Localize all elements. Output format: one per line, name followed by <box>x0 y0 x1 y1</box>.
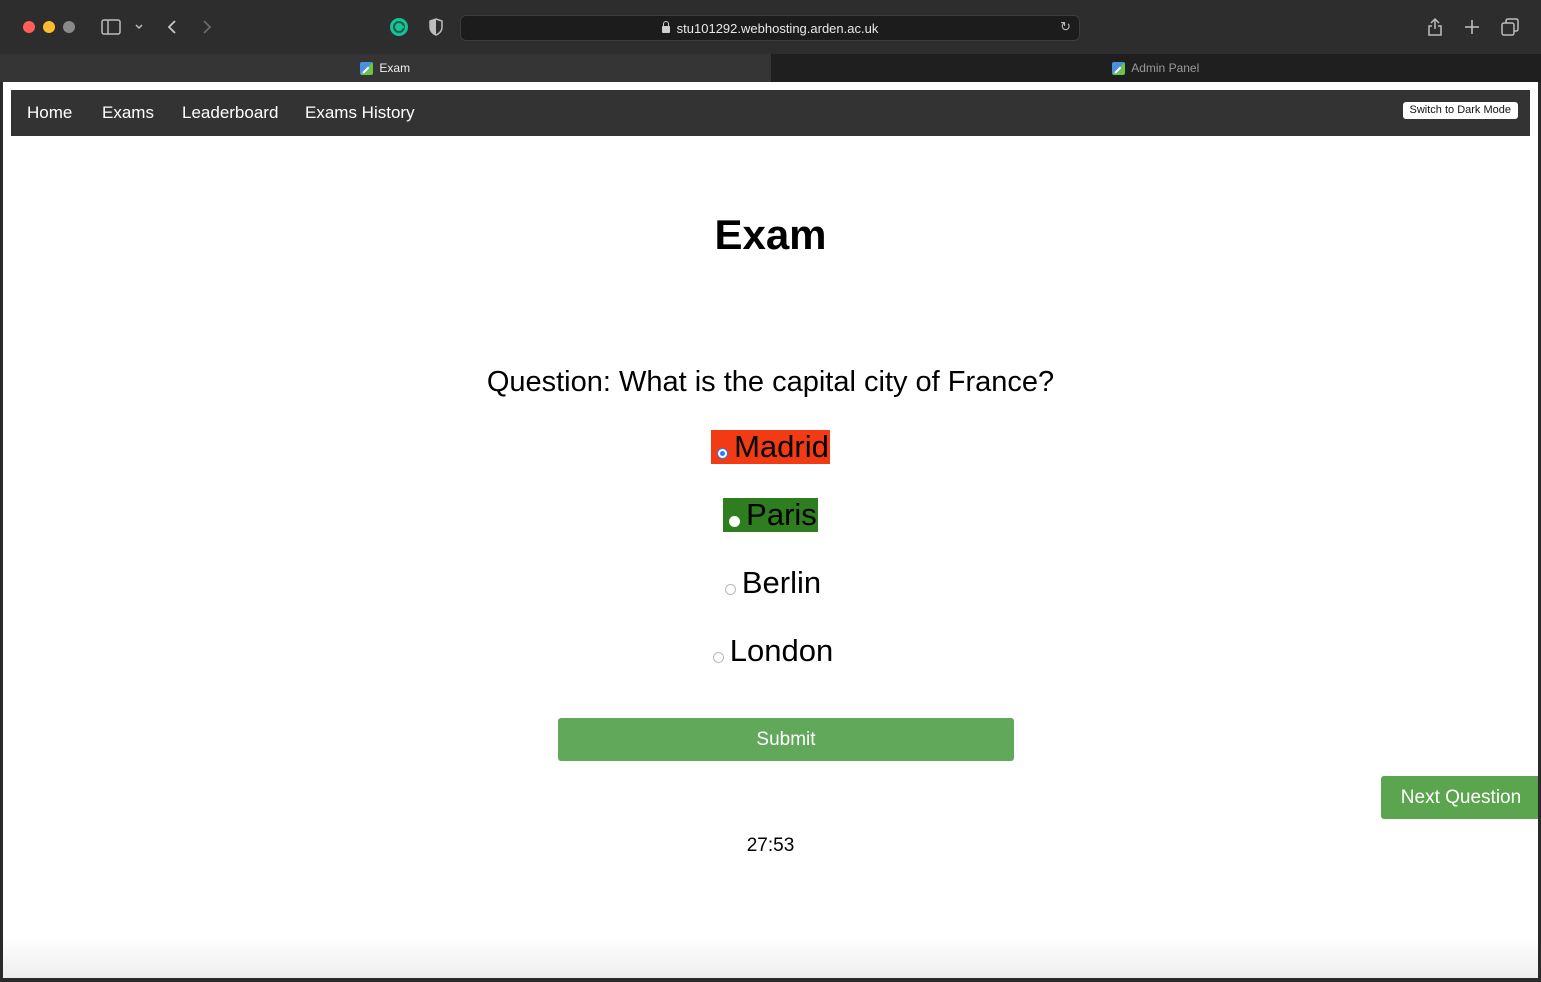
address-bar[interactable]: stu101292.webhosting.arden.ac.uk ↻ <box>460 15 1080 41</box>
url-text: stu101292.webhosting.arden.ac.uk <box>676 20 879 36</box>
answer-option-paris[interactable]: Paris <box>3 498 1538 532</box>
page-bottom-edge <box>3 938 1538 978</box>
radio-button[interactable] <box>724 584 736 595</box>
answer-option-highlight[interactable]: London <box>707 634 834 668</box>
answer-option-label: London <box>729 633 834 668</box>
countdown-timer: 27:53 <box>746 835 795 856</box>
share-icon[interactable] <box>1424 14 1446 40</box>
nav-exams-link[interactable]: Exams <box>102 103 154 123</box>
grammarly-icon[interactable] <box>388 14 410 40</box>
question-text: Question: What is the capital city of Fr… <box>486 366 1055 398</box>
page-title: Exam <box>714 211 827 258</box>
submit-button[interactable]: Submit <box>558 718 1014 761</box>
forward-icon[interactable] <box>197 14 217 40</box>
answer-option-highlight[interactable]: Berlin <box>719 566 822 600</box>
nav-home-link[interactable]: Home <box>27 103 72 123</box>
zoom-window-button[interactable] <box>63 21 75 33</box>
page-viewport: Home Exams Leaderboard Exams History Swi… <box>3 82 1538 978</box>
sidebar-icon[interactable] <box>100 14 122 40</box>
nav-leaderboard-link[interactable]: Leaderboard <box>182 103 278 123</box>
answer-option-madrid[interactable]: Madrid <box>3 430 1538 464</box>
plus-icon[interactable] <box>1461 14 1483 40</box>
shield-icon[interactable] <box>426 14 446 40</box>
answer-option-label: Madrid <box>734 429 829 464</box>
browser-window: stu101292.webhosting.arden.ac.uk ↻ Exam … <box>0 0 1541 982</box>
radio-button[interactable] <box>729 516 741 527</box>
tab-label: Admin Panel <box>1131 61 1200 75</box>
answer-option-highlight[interactable]: Paris <box>723 498 818 532</box>
answer-option-label: Paris <box>746 497 817 532</box>
browser-toolbar: stu101292.webhosting.arden.ac.uk ↻ <box>0 0 1541 54</box>
answer-option-london[interactable]: London <box>3 634 1538 668</box>
tab-exam[interactable]: Exam <box>0 54 771 82</box>
minimize-window-button[interactable] <box>43 21 55 33</box>
tab-bar: Exam Admin Panel <box>0 54 1541 82</box>
reload-icon[interactable]: ↻ <box>1060 20 1071 35</box>
dark-mode-toggle-button[interactable]: Switch to Dark Mode <box>1402 102 1518 119</box>
radio-button[interactable] <box>712 652 724 663</box>
chevron-down-icon[interactable] <box>132 14 146 40</box>
lock-icon <box>661 21 670 33</box>
site-navbar: Home Exams Leaderboard Exams History Swi… <box>11 90 1530 136</box>
answer-option-highlight[interactable]: Madrid <box>711 430 830 464</box>
back-icon[interactable] <box>162 14 182 40</box>
tab-admin-panel[interactable]: Admin Panel <box>771 54 1541 82</box>
tabs-overview-icon[interactable] <box>1499 14 1521 40</box>
tab-label: Exam <box>379 61 411 75</box>
radio-button[interactable] <box>717 448 729 459</box>
next-question-button[interactable]: Next Question <box>1381 776 1538 819</box>
site-favicon-icon <box>1112 61 1126 75</box>
answer-option-berlin[interactable]: Berlin <box>3 566 1538 600</box>
site-favicon-icon <box>360 61 374 75</box>
answer-option-label: Berlin <box>741 565 822 600</box>
close-window-button[interactable] <box>23 21 35 33</box>
nav-exams-history-link[interactable]: Exams History <box>305 103 415 123</box>
